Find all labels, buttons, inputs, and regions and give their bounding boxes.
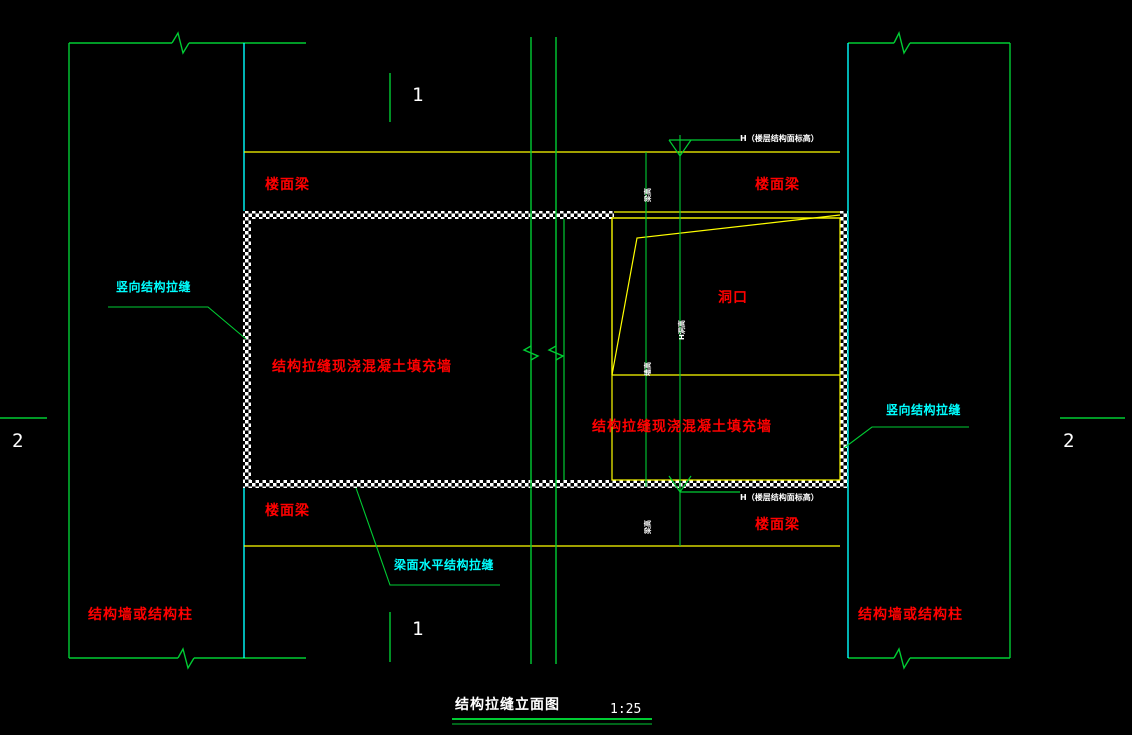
label-infill-wall-left: 结构拉缝现浇混凝土填充墙 xyxy=(272,359,452,375)
label-beam-depth-top: 梁高 xyxy=(644,188,652,202)
title-underline xyxy=(452,718,652,725)
label-floor-level-bottom: H（楼层结构面标高） xyxy=(740,493,819,502)
section-mark-bottom-left: 1 xyxy=(412,618,424,640)
middle-grid-lines xyxy=(522,37,565,664)
right-structural-wall-outline xyxy=(847,30,1011,670)
section-mark-left-side: 2 xyxy=(12,430,24,452)
label-infill-wall-right: 结构拉缝现浇混凝土填充墙 xyxy=(592,419,772,435)
section-mark-top-left: 1 xyxy=(412,84,424,106)
leader-line-vertical-joint-right xyxy=(843,426,969,449)
label-floor-beam-lower-left: 楼面梁 xyxy=(265,503,310,519)
label-vertical-structural-joint-right: 竖向结构拉缝 xyxy=(886,403,962,417)
label-floor-beam-upper-right: 楼面梁 xyxy=(755,177,800,193)
label-wall-height: 墙高 xyxy=(644,362,652,376)
label-opening-height: H洞高 xyxy=(678,320,686,340)
right-wall-joint-hatch xyxy=(564,211,848,488)
label-beam-depth-bottom: 梁高 xyxy=(644,520,652,534)
left-infill-wall-panel xyxy=(249,217,565,482)
label-structural-wall-column-right: 结构墙或结构柱 xyxy=(858,607,963,623)
section-mark-right-side: 2 xyxy=(1063,430,1075,452)
label-structural-wall-column-left: 结构墙或结构柱 xyxy=(88,607,193,623)
label-floor-beam-upper-left: 楼面梁 xyxy=(265,177,310,193)
cad-vector-layer xyxy=(0,30,1125,725)
label-beam-top-horizontal-joint: 梁面水平结构拉缝 xyxy=(394,558,495,572)
label-opening: 洞口 xyxy=(718,290,748,306)
label-vertical-structural-joint-left: 竖向结构拉缝 xyxy=(116,280,192,294)
leader-line-vertical-joint-left xyxy=(108,306,247,340)
label-floor-level-top: H（楼层结构面标高） xyxy=(740,134,819,143)
left-structural-wall-outline xyxy=(68,31,306,670)
left-wall-joint-hatch xyxy=(243,211,564,488)
label-floor-beam-lower-right: 楼面梁 xyxy=(755,517,800,533)
cad-drawing-canvas[interactable]: 1 1 2 2 楼面梁 楼面梁 楼面梁 楼面梁 结构拉缝现浇混凝土填充墙 结构拉… xyxy=(0,0,1132,735)
drawing-title: 结构拉缝立面图 xyxy=(455,697,560,713)
drawing-scale: 1:25 xyxy=(610,702,642,717)
